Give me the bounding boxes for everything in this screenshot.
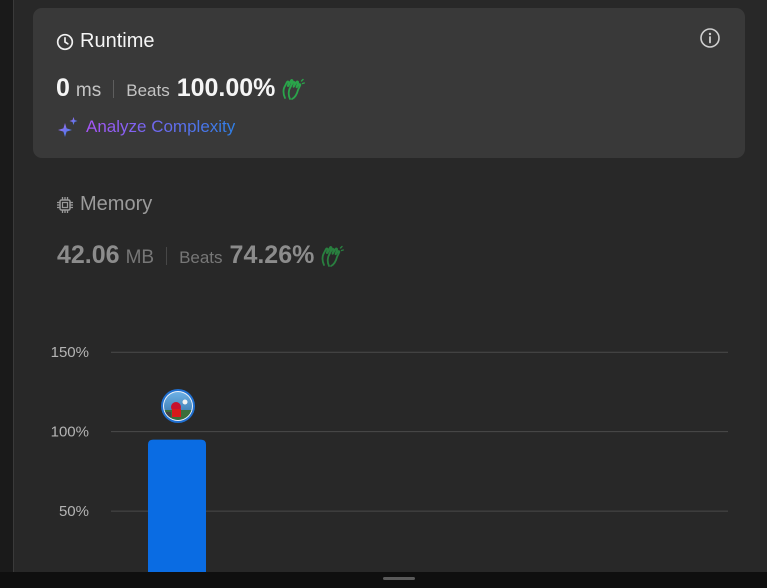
resize-handle[interactable] xyxy=(383,577,415,580)
bottom-bar xyxy=(0,572,767,588)
chart-bar[interactable] xyxy=(148,439,206,572)
y-tick-label: 100% xyxy=(51,424,89,441)
y-tick-label: 150% xyxy=(51,344,89,361)
user-avatar-marker[interactable] xyxy=(161,389,195,423)
runtime-distribution-chart: 150% 100% 50% xyxy=(51,344,728,572)
y-tick-label: 50% xyxy=(59,503,89,520)
